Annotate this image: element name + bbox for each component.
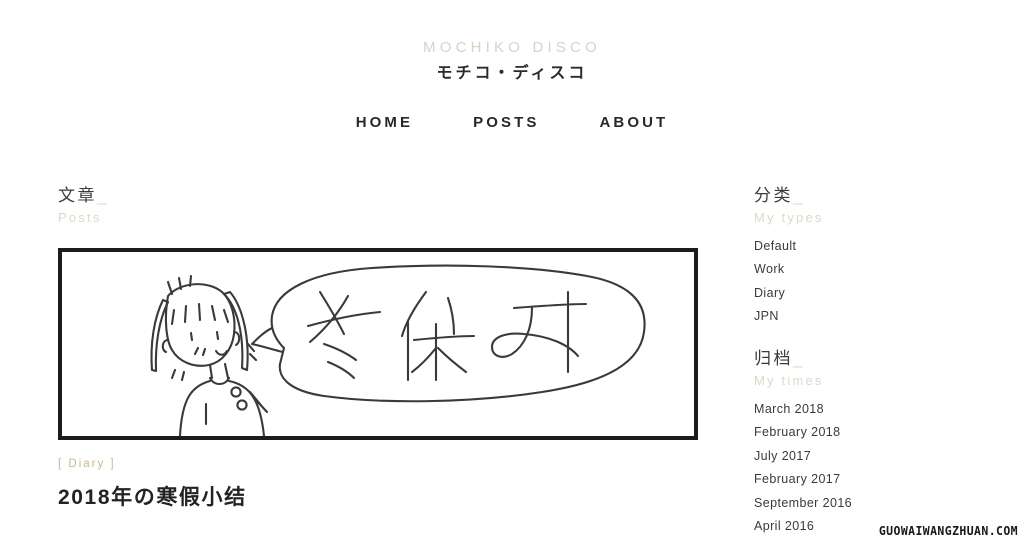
archive-heading-cn: 归档_ <box>754 349 960 369</box>
types-heading-cn: 分类_ <box>754 186 960 206</box>
types-heading-en: My types <box>754 210 824 226</box>
category-list: Default Work Diary JPN <box>754 240 960 323</box>
archive-heading-cn-text: 归档 <box>754 348 793 368</box>
site-title-japanese: モチコ・ディスコ <box>436 64 588 82</box>
page-body: 文章_ Posts [Diary] 2018年の寒假小结 分类_ My ty… <box>0 186 1024 533</box>
archive-list: March 2018 February 2018 July 2017 Febru… <box>754 403 960 533</box>
site-title-english: MOCHIKO DISCO <box>423 39 601 56</box>
posts-heading-cn-text: 文章 <box>58 185 97 205</box>
main-navigation: HOME POSTS ABOUT <box>0 114 1024 131</box>
post-category-tag[interactable]: [ Diary ] <box>58 458 116 470</box>
post-entry: [ Diary ] 2018年の寒假小结 <box>58 247 700 511</box>
sidebar-block-archive: 归档_ My times March 2018 February 2018 Ju… <box>754 349 960 533</box>
category-item-diary[interactable]: Diary <box>754 287 960 300</box>
site-header: MOCHIKO DISCO モチコ・ディスコ HOME POSTS ABOUT <box>0 0 1024 131</box>
category-item-work[interactable]: Work <box>754 263 960 276</box>
post-thumbnail[interactable] <box>58 247 698 440</box>
nav-item-posts[interactable]: POSTS <box>443 114 569 131</box>
nav-item-home[interactable]: HOME <box>326 114 443 131</box>
posts-heading-cn: 文章_ <box>58 186 700 206</box>
category-item-default[interactable]: Default <box>754 240 960 253</box>
types-heading-cn-text: 分类 <box>754 185 793 205</box>
sidebar: 分类_ My types Default Work Diary JPN 归档_ … <box>700 186 960 533</box>
archive-item-february-2017[interactable]: February 2017 <box>754 473 960 486</box>
archive-heading-underscore: _ <box>793 348 803 368</box>
category-item-jpn[interactable]: JPN <box>754 310 960 323</box>
posts-heading-underscore: _ <box>97 185 107 205</box>
watermark: GUOWAIWANGZHUAN.COM <box>878 522 1018 538</box>
archive-item-september-2016[interactable]: September 2016 <box>754 497 960 510</box>
types-heading-underscore: _ <box>793 185 803 205</box>
posts-column: 文章_ Posts [Diary] 2018年の寒假小结 <box>0 186 700 511</box>
sidebar-block-types: 分类_ My types Default Work Diary JPN <box>754 186 960 323</box>
posts-heading-en: Posts <box>58 210 102 226</box>
nav-item-about[interactable]: ABOUT <box>569 114 698 131</box>
post-title[interactable]: 2018年の寒假小结 <box>58 484 700 511</box>
archive-item-february-2018[interactable]: February 2018 <box>754 426 960 439</box>
archive-heading-en: My times <box>754 373 824 389</box>
archive-item-july-2017[interactable]: July 2017 <box>754 450 960 463</box>
illustration-winter-break <box>150 264 646 436</box>
archive-item-march-2018[interactable]: March 2018 <box>754 403 960 416</box>
